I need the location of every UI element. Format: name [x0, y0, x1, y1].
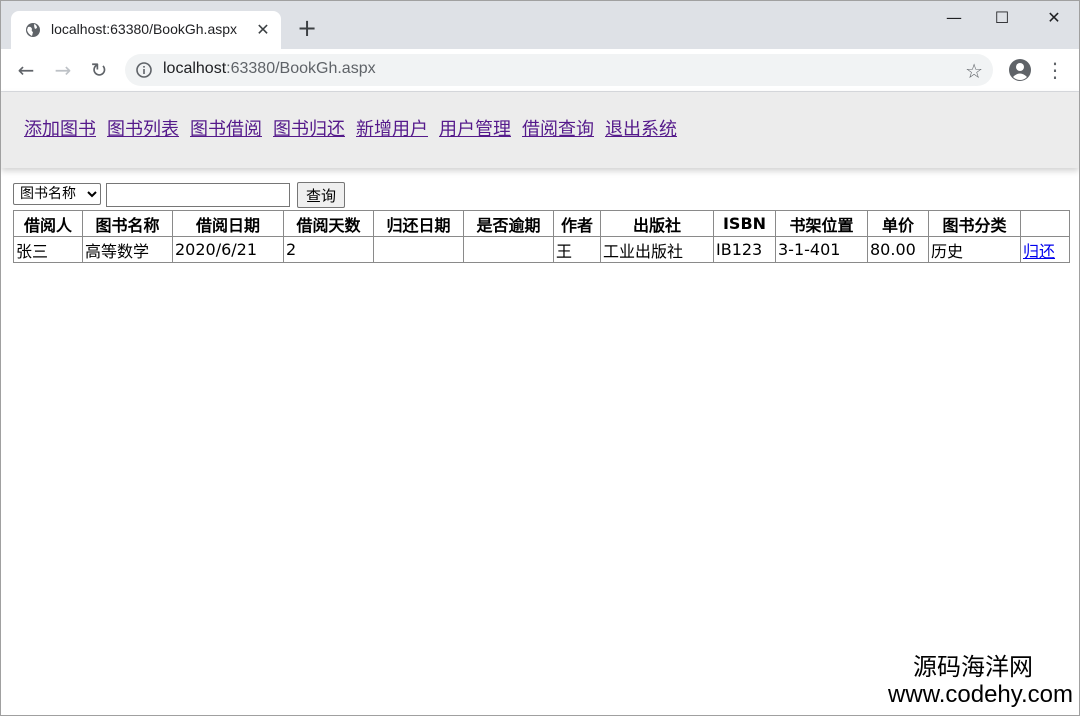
cell-isbn: IB123	[713, 236, 776, 263]
col-borrower: 借阅人	[13, 210, 83, 237]
col-action	[1020, 210, 1070, 237]
url-text: localhost:63380/BookGh.aspx	[163, 60, 376, 78]
col-publisher: 出版社	[600, 210, 714, 237]
minimize-icon[interactable]: —	[931, 1, 977, 35]
query-button[interactable]: 查询	[297, 182, 345, 208]
url-host: localhost	[163, 60, 227, 77]
col-borrow-date: 借阅日期	[172, 210, 284, 237]
search-field-select[interactable]: 图书名称	[13, 183, 101, 205]
search-input[interactable]	[106, 183, 290, 207]
globe-icon	[26, 23, 40, 37]
tab-strip: localhost:63380/BookGh.aspx ✕ + — ☐ ✕	[1, 1, 1079, 49]
table-row: 张三 高等数学 2020/6/21 2 王 工业出版社 IB123 3-1-40…	[13, 236, 1070, 263]
more-vert-icon[interactable]: ⋮	[1045, 55, 1065, 85]
cell-shelf: 3-1-401	[775, 236, 868, 263]
cell-borrow-days: 2	[283, 236, 374, 263]
plus-icon[interactable]: +	[293, 15, 321, 43]
cell-overdue	[463, 236, 554, 263]
account-icon[interactable]	[1008, 58, 1032, 82]
cell-category: 历史	[928, 236, 1021, 263]
nav-user-manage[interactable]: 用户管理	[439, 115, 511, 141]
col-isbn: ISBN	[713, 210, 776, 237]
table-header-row: 借阅人 图书名称 借阅日期 借阅天数 归还日期 是否逾期 作者 出版社 ISBN…	[13, 210, 1070, 237]
url-path: :63380/BookGh.aspx	[226, 60, 376, 77]
col-return-date: 归还日期	[373, 210, 464, 237]
col-book-name: 图书名称	[82, 210, 173, 237]
star-icon[interactable]: ☆	[965, 59, 983, 83]
cell-return-date	[373, 236, 464, 263]
nav-borrow-query[interactable]: 借阅查询	[522, 115, 594, 141]
info-icon[interactable]	[136, 62, 152, 78]
nav-add-book[interactable]: 添加图书	[24, 115, 96, 141]
close-icon[interactable]: ✕	[253, 20, 273, 40]
nav-bar: 添加图书 图书列表 图书借阅 图书归还 新增用户 用户管理 借阅查询 退出系统	[1, 92, 1079, 168]
col-price: 单价	[867, 210, 929, 237]
cell-action: 归还	[1020, 236, 1070, 263]
cell-book-name: 高等数学	[82, 236, 173, 263]
col-author: 作者	[553, 210, 601, 237]
browser-toolbar: ← → ↻ localhost:63380/BookGh.aspx ☆ ⋮	[1, 49, 1079, 92]
nav-book-return[interactable]: 图书归还	[273, 115, 345, 141]
col-shelf: 书架位置	[775, 210, 868, 237]
address-bar[interactable]: localhost:63380/BookGh.aspx ☆	[125, 54, 993, 86]
nav-book-borrow[interactable]: 图书借阅	[190, 115, 262, 141]
tab-title: localhost:63380/BookGh.aspx	[51, 21, 238, 37]
reload-icon[interactable]: ↻	[84, 55, 114, 85]
borrow-table: 借阅人 图书名称 借阅日期 借阅天数 归还日期 是否逾期 作者 出版社 ISBN…	[13, 210, 1070, 263]
cell-author: 王	[553, 236, 601, 263]
browser-tab[interactable]: localhost:63380/BookGh.aspx ✕	[11, 11, 281, 49]
cell-price: 80.00	[867, 236, 929, 263]
nav-book-list[interactable]: 图书列表	[107, 115, 179, 141]
cell-borrow-date: 2020/6/21	[172, 236, 284, 263]
col-overdue: 是否逾期	[463, 210, 554, 237]
forward-arrow-icon[interactable]: →	[48, 55, 78, 85]
cell-publisher: 工业出版社	[600, 236, 714, 263]
watermark-title: 源码海洋网	[913, 653, 1033, 681]
nav-add-user[interactable]: 新增用户	[356, 115, 428, 141]
nav-logout[interactable]: 退出系统	[605, 115, 677, 141]
watermark: 源码海洋网 www.codehy.com	[888, 653, 1073, 709]
col-borrow-days: 借阅天数	[283, 210, 374, 237]
back-arrow-icon[interactable]: ←	[11, 55, 41, 85]
watermark-url: www.codehy.com	[888, 681, 1073, 708]
close-window-icon[interactable]: ✕	[1031, 1, 1077, 35]
return-link[interactable]: 归还	[1023, 242, 1055, 261]
cell-borrower: 张三	[13, 236, 83, 263]
maximize-icon[interactable]: ☐	[979, 1, 1025, 35]
browser-window: localhost:63380/BookGh.aspx ✕ + — ☐ ✕ ← …	[0, 0, 1080, 716]
col-category: 图书分类	[928, 210, 1021, 237]
